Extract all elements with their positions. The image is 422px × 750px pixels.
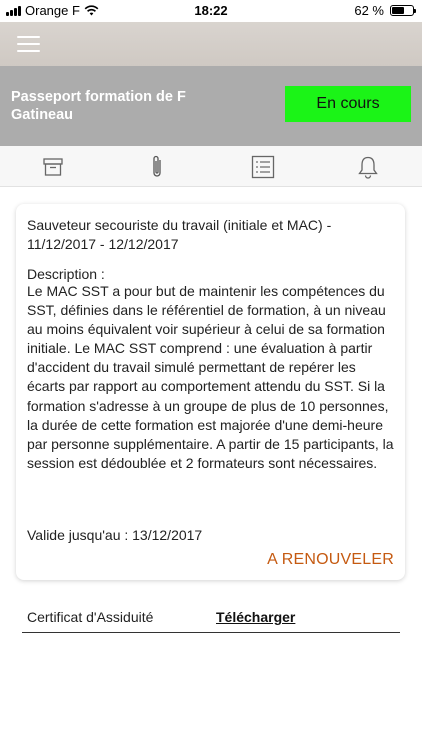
- tab-archive[interactable]: [40, 154, 66, 180]
- renew-button[interactable]: A RENOUVELER: [267, 551, 394, 569]
- valid-until: Valide jusqu'au : 13/12/2017: [27, 527, 203, 543]
- page-title: Passeport formation de F Gatineau: [11, 89, 186, 123]
- training-card: Sauveteur secouriste du travail (initial…: [16, 204, 405, 580]
- battery-icon: [390, 5, 416, 16]
- battery-info: 62 %: [354, 3, 416, 18]
- status-badge[interactable]: En cours: [285, 86, 411, 122]
- certificate-label: Certificat d'Assiduité: [27, 609, 154, 625]
- battery-fill: [392, 7, 405, 14]
- battery-percent: 62 %: [354, 3, 384, 18]
- status-bar: Orange F 18:22 62 %: [0, 0, 422, 22]
- tab-notifications[interactable]: [355, 154, 381, 180]
- tab-bar: [0, 146, 422, 187]
- training-title: Sauveteur secouriste du travail (initial…: [27, 217, 332, 252]
- tab-attachments[interactable]: [144, 154, 170, 180]
- header-band: Passeport formation de F Gatineau En cou…: [0, 66, 422, 146]
- tab-list[interactable]: [250, 154, 276, 180]
- menu-icon[interactable]: [17, 36, 40, 52]
- list-icon: [251, 155, 275, 179]
- description-text: Le MAC SST a pour but de maintenir les c…: [27, 283, 394, 471]
- bell-icon: [358, 156, 378, 179]
- download-link[interactable]: Télécharger: [216, 609, 295, 625]
- certificate-row: Certificat d'Assiduité Télécharger: [22, 600, 400, 633]
- paperclip-icon: [153, 155, 161, 177]
- archive-icon: [43, 158, 63, 176]
- top-navigation: [0, 22, 422, 66]
